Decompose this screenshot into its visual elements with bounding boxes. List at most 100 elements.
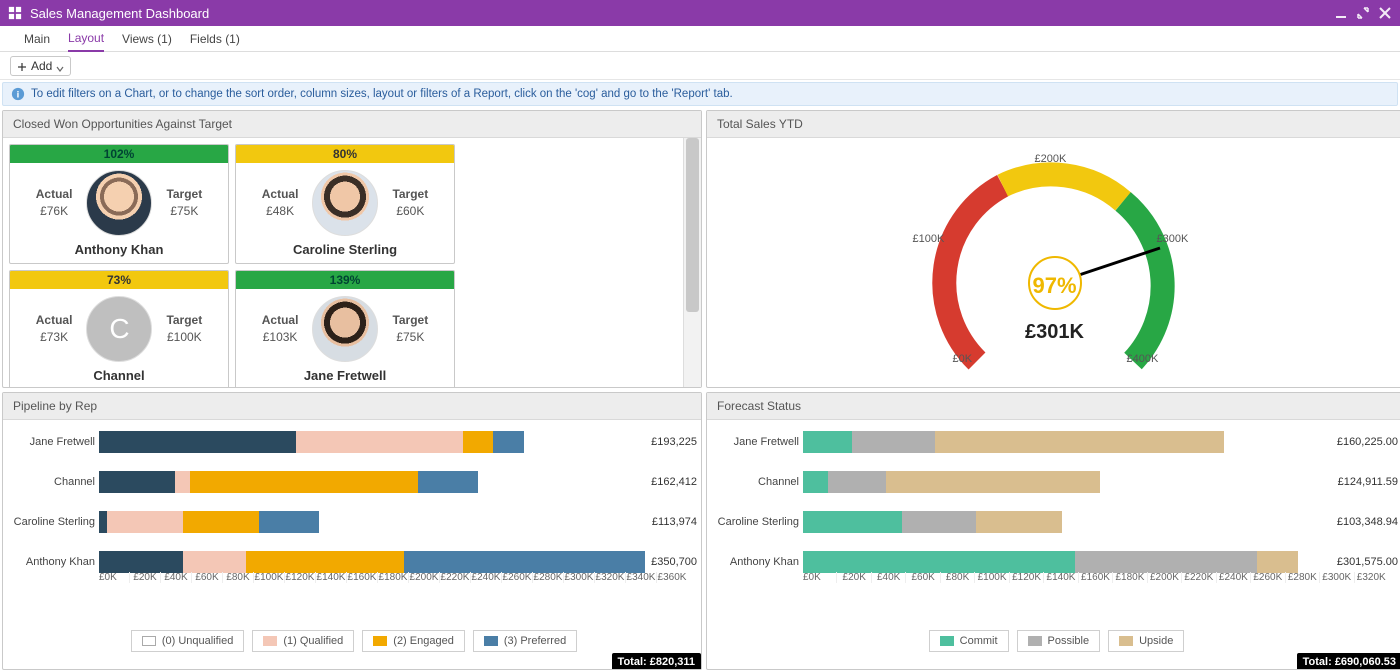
target-name: Channel (10, 368, 228, 387)
bar-segment[interactable] (828, 471, 886, 493)
target-card[interactable]: 73%Actual£73KCTarget£100KChannel (9, 270, 229, 387)
bar-segment[interactable] (99, 471, 175, 493)
add-button-label: Add (31, 59, 52, 73)
legend-item[interactable]: Possible (1017, 630, 1101, 652)
bar-segment[interactable] (418, 471, 479, 493)
y-axis-label: Jane Fretwell (11, 436, 99, 448)
toolbar: Add (0, 52, 1400, 80)
maximize-icon[interactable] (1356, 6, 1370, 20)
avatar: C (86, 296, 152, 362)
target-value: £100K (167, 330, 202, 344)
actual-label: Actual (262, 187, 299, 201)
bar-row: Caroline Sterling £113,974 (11, 506, 697, 538)
bar-segment[interactable] (803, 551, 1075, 573)
actual-value: £73K (40, 330, 68, 344)
legend-item[interactable]: Upside (1108, 630, 1184, 652)
bar-segment[interactable] (803, 471, 828, 493)
gauge-tick: £0K (953, 353, 973, 365)
gauge-percent: 97% (905, 273, 1205, 299)
legend-item[interactable]: (1) Qualified (252, 630, 354, 652)
bar-segment[interactable] (1075, 551, 1256, 573)
avatar (86, 170, 152, 236)
target-percent: 73% (10, 271, 228, 289)
bar-segment[interactable] (803, 511, 902, 533)
close-icon[interactable] (1378, 6, 1392, 20)
legend-item[interactable]: (2) Engaged (362, 630, 465, 652)
window-title: Sales Management Dashboard (30, 6, 209, 21)
bar-segment[interactable] (935, 431, 1224, 453)
legend-item[interactable]: (3) Preferred (473, 630, 577, 652)
bar-segment[interactable] (190, 471, 418, 493)
chart-forecast: Jane Fretwell£160,225.00Channel£124,911.… (715, 426, 1398, 594)
target-value: £75K (396, 330, 424, 344)
legend-item[interactable]: Commit (929, 630, 1009, 652)
bar-segment[interactable] (259, 511, 320, 533)
y-axis-label: Caroline Sterling (11, 516, 99, 528)
tab-views[interactable]: Views (1) (122, 26, 172, 52)
bar-segment[interactable] (99, 511, 107, 533)
avatar (312, 296, 378, 362)
bar-segment[interactable] (99, 431, 296, 453)
bar-total: £103,348.94 (1337, 516, 1398, 528)
bar-total: £160,225.00 (1337, 436, 1398, 448)
bar-segment[interactable] (493, 431, 523, 453)
scrollbar-thumb[interactable] (686, 138, 699, 312)
svg-text:i: i (17, 90, 20, 101)
y-axis-label: Anthony Khan (715, 556, 803, 568)
target-card[interactable]: 139%Actual£103KTarget£75KJane Fretwell (235, 270, 455, 387)
chart-pipeline: Jane Fretwell £193,225 Channel £162,412 Caro… (11, 426, 697, 594)
scrollbar[interactable] (683, 138, 701, 387)
gauge-tick: £100K (913, 233, 945, 245)
target-percent: 102% (10, 145, 228, 163)
bar-total: £113,974 (652, 516, 697, 528)
minimize-icon[interactable] (1334, 6, 1348, 20)
bar-row: Jane Fretwell £160,225.00 (715, 426, 1398, 458)
bar-segment[interactable] (803, 431, 852, 453)
bar-segment[interactable] (246, 551, 404, 573)
y-axis-label: Caroline Sterling (715, 516, 803, 528)
bar-segment[interactable] (976, 511, 1062, 533)
bar-segment[interactable] (404, 551, 646, 573)
tab-fields[interactable]: Fields (1) (190, 26, 240, 52)
gauge: 97% £301K £0K £100K £200K £300K £400K (905, 153, 1205, 373)
bar-row: Caroline Sterling £103,348.94 (715, 506, 1398, 538)
titlebar: Sales Management Dashboard (0, 0, 1400, 26)
chevron-down-icon (56, 62, 64, 70)
bar-segment[interactable] (183, 511, 259, 533)
bar-segment[interactable] (886, 471, 1101, 493)
bar-segment[interactable] (107, 511, 183, 533)
bar-segment[interactable] (1257, 551, 1298, 573)
gauge-value: £301K (905, 321, 1205, 344)
total-chip: Total: £690,060.53 (1297, 653, 1400, 669)
bar-segment[interactable] (902, 511, 976, 533)
target-card[interactable]: 80%Actual£48KTarget£60KCaroline Sterling (235, 144, 455, 264)
panel-forecast: Forecast Status Jane Fretwell£160,225.00… (706, 392, 1400, 670)
bar-row: Jane Fretwell £193,225 (11, 426, 697, 458)
bar-row: Channel £162,412 (11, 466, 697, 498)
bar-segment[interactable] (296, 431, 463, 453)
gauge-tick: £400K (1127, 353, 1159, 365)
bar-total: £193,225 (651, 436, 697, 448)
panel-title: Pipeline by Rep (3, 393, 701, 420)
panel-title: Closed Won Opportunities Against Target (3, 111, 701, 138)
bar-segment[interactable] (852, 431, 934, 453)
tab-layout[interactable]: Layout (68, 26, 104, 52)
bar-segment[interactable] (99, 551, 183, 573)
panel-targets: Closed Won Opportunities Against Target … (2, 110, 702, 388)
bar-segment[interactable] (463, 431, 493, 453)
tab-main[interactable]: Main (24, 26, 50, 52)
y-axis-label: Jane Fretwell (715, 436, 803, 448)
target-card[interactable]: 102%Actual£76KTarget£75KAnthony Khan (9, 144, 229, 264)
actual-value: £76K (40, 204, 68, 218)
bar-total: £162,412 (651, 476, 697, 488)
y-axis-label: Channel (11, 476, 99, 488)
bar-segment[interactable] (175, 471, 190, 493)
bar-segment[interactable] (183, 551, 246, 573)
gauge-tick: £300K (1157, 233, 1189, 245)
target-label: Target (166, 313, 202, 327)
panel-gauge: Total Sales YTD 97% £301K £0K (706, 110, 1400, 388)
actual-value: £103K (263, 330, 298, 344)
legend-item[interactable]: (0) Unqualified (131, 630, 245, 652)
info-text: To edit filters on a Chart, or to change… (31, 88, 733, 100)
add-button[interactable]: Add (10, 56, 71, 76)
